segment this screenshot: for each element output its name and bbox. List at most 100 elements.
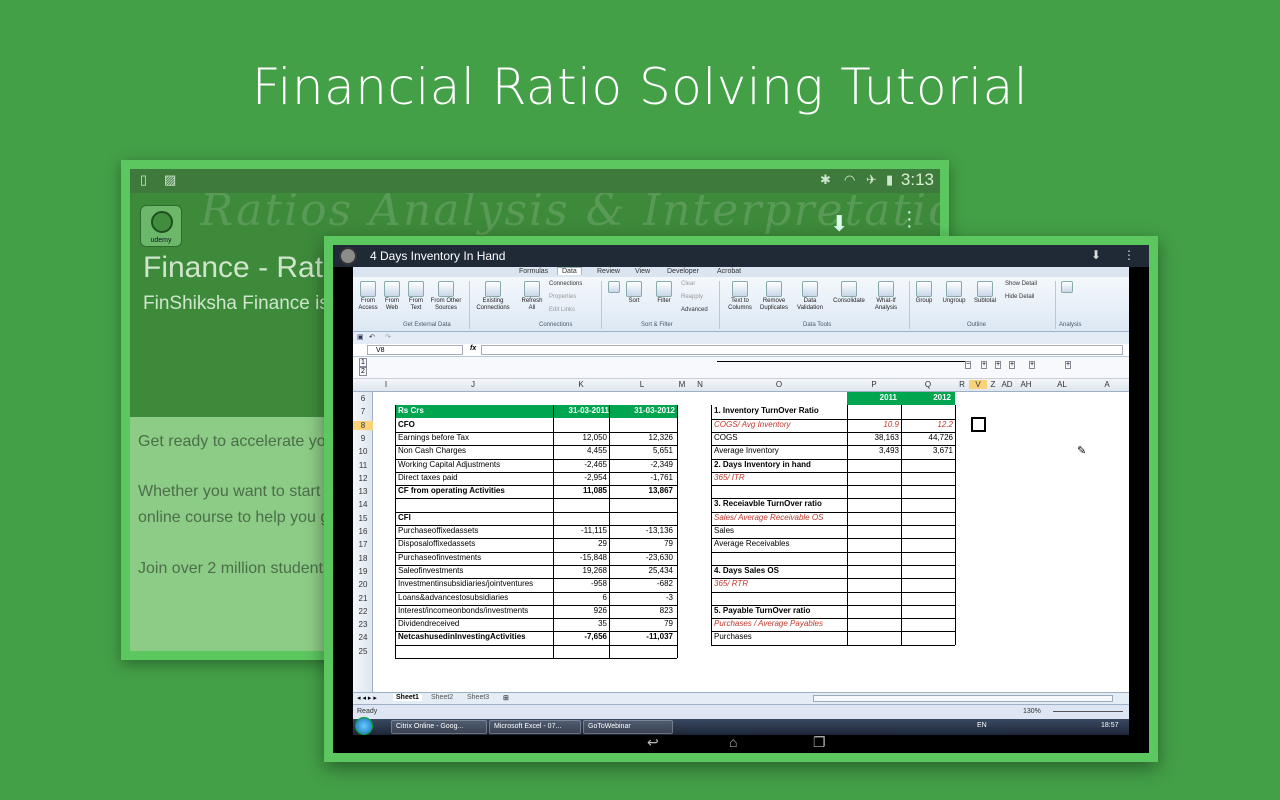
table-cell[interactable]: 5,651: [611, 445, 673, 457]
column-header[interactable]: I: [381, 380, 391, 389]
column-header[interactable]: O: [711, 380, 847, 389]
column-header[interactable]: P: [847, 380, 901, 389]
table-cell[interactable]: -13,136: [611, 525, 673, 537]
taskbar-item[interactable]: Citrix Online - Goog...: [391, 720, 487, 734]
existing-connections-button[interactable]: Existing Connections: [473, 281, 513, 312]
tab-view[interactable]: View: [635, 268, 650, 275]
table-cell[interactable]: Direct taxes paid: [398, 472, 550, 484]
table-cell[interactable]: Disposaloffixedassets: [398, 538, 550, 550]
table-cell[interactable]: 5. Payable TurnOver ratio: [714, 605, 846, 617]
ungroup-button[interactable]: Ungroup: [939, 281, 969, 305]
subtotal-button[interactable]: Subtotal: [971, 281, 999, 305]
consolidate-button[interactable]: Consolidate: [831, 281, 867, 305]
table-cell[interactable]: 19,268: [553, 565, 607, 577]
table-cell[interactable]: Investmentinsubsidiaries/jointventures: [398, 578, 550, 590]
overflow-menu-icon[interactable]: ⋮: [1123, 248, 1135, 262]
tab-review[interactable]: Review: [597, 268, 620, 275]
download-icon[interactable]: ⬇: [1091, 248, 1101, 262]
table-cell[interactable]: 12,326: [611, 432, 673, 444]
redo-icon[interactable]: ↷: [385, 333, 391, 341]
table-cell[interactable]: CFO: [398, 419, 550, 431]
solver-icon[interactable]: [1057, 281, 1077, 294]
table-cell[interactable]: Earnings before Tax: [398, 432, 550, 444]
table-cell[interactable]: -11,115: [553, 525, 607, 537]
header-cell[interactable]: Rs Crs: [398, 405, 548, 417]
start-button[interactable]: [355, 717, 373, 735]
overflow-menu-icon[interactable]: · · ·: [906, 202, 913, 236]
download-icon[interactable]: ⬇: [830, 211, 848, 237]
table-cell[interactable]: 823: [611, 605, 673, 617]
row-header[interactable]: 24: [353, 633, 373, 642]
row-header[interactable]: 23: [353, 620, 373, 629]
video-player[interactable]: 4 Days Inventory In Hand ⬇ ⋮ Formulas Da…: [333, 245, 1149, 753]
table-cell[interactable]: 2. Days Inventory in hand: [714, 459, 846, 471]
table-cell[interactable]: Average Receivables: [714, 538, 846, 550]
table-cell[interactable]: CF from operating Activities: [398, 485, 550, 497]
outline-collapse-button[interactable]: −: [965, 361, 972, 369]
row-header[interactable]: 9: [353, 434, 373, 443]
row-header[interactable]: 21: [353, 594, 373, 603]
table-cell[interactable]: 79: [611, 618, 673, 630]
table-cell[interactable]: 11,085: [553, 485, 607, 497]
table-cell[interactable]: -2,465: [553, 459, 607, 471]
table-cell[interactable]: Sales: [714, 525, 846, 537]
taskbar-item[interactable]: Microsoft Excel - 07...: [489, 720, 581, 734]
sheet-tab-active[interactable]: Sheet1: [393, 694, 422, 701]
zoom-slider[interactable]: [1053, 711, 1123, 712]
column-header[interactable]: AD: [999, 380, 1015, 389]
outline-expand-button[interactable]: +: [1009, 361, 1016, 369]
table-cell[interactable]: Purchaseofinvestments: [398, 552, 550, 564]
table-cell[interactable]: -1,761: [611, 472, 673, 484]
table-cell[interactable]: 44,726: [901, 432, 953, 444]
column-header[interactable]: R: [955, 380, 969, 389]
advanced-button[interactable]: Advanced: [681, 307, 708, 313]
table-cell[interactable]: 926: [553, 605, 607, 617]
header-cell[interactable]: 31-03-2011: [553, 405, 609, 417]
table-cell[interactable]: 1. Inventory TurnOver Ratio: [714, 405, 846, 417]
table-cell[interactable]: -3: [611, 592, 673, 604]
table-cell[interactable]: Purchases / Average Payables: [714, 618, 846, 630]
from-text-button[interactable]: From Text: [403, 281, 429, 312]
outline-expand-button[interactable]: +: [981, 361, 988, 369]
taskbar-item[interactable]: GoToWebinar: [583, 720, 673, 734]
table-cell[interactable]: 12.2: [901, 419, 953, 431]
reapply-button[interactable]: Reapply: [681, 294, 703, 300]
group-button[interactable]: Group: [911, 281, 937, 305]
sheet-nav-icon[interactable]: ◂ ◂ ▸ ▸: [357, 694, 377, 702]
connections-button[interactable]: Connections: [549, 281, 582, 287]
table-cell[interactable]: CFI: [398, 512, 550, 524]
save-icon[interactable]: ▣: [357, 333, 364, 341]
table-cell[interactable]: 38,163: [847, 432, 899, 444]
tab-acrobat[interactable]: Acrobat: [717, 268, 741, 275]
back-icon[interactable]: ↩: [647, 734, 659, 751]
outline-level-1[interactable]: 1: [359, 358, 367, 367]
table-cell[interactable]: -23,630: [611, 552, 673, 564]
table-cell[interactable]: Average Inventory: [714, 445, 846, 457]
column-header-active[interactable]: V: [969, 380, 987, 389]
column-header[interactable]: L: [609, 380, 675, 389]
column-header[interactable]: M: [675, 380, 689, 389]
language-indicator[interactable]: EN: [977, 722, 987, 729]
clear-button[interactable]: Clear: [681, 281, 695, 287]
recents-icon[interactable]: ❐: [813, 734, 826, 751]
hide-detail-button[interactable]: Hide Detail: [1005, 294, 1034, 300]
table-cell[interactable]: 6: [553, 592, 607, 604]
table-cell[interactable]: -2,349: [611, 459, 673, 471]
table-cell[interactable]: 10.9: [847, 419, 899, 431]
row-header[interactable]: 16: [353, 527, 373, 536]
tab-developer[interactable]: Developer: [667, 268, 699, 275]
table-cell[interactable]: Sales/ Average Receivable OS: [714, 512, 846, 524]
sheet-tab[interactable]: Sheet2: [431, 694, 453, 701]
table-cell[interactable]: Purchases: [714, 631, 846, 643]
table-cell[interactable]: 29: [553, 538, 607, 550]
refresh-all-button[interactable]: Refresh All: [519, 281, 545, 312]
table-cell[interactable]: 79: [611, 538, 673, 550]
row-header[interactable]: 11: [353, 461, 373, 470]
table-cell[interactable]: -682: [611, 578, 673, 590]
table-cell[interactable]: 365/ ITR: [714, 472, 846, 484]
table-cell[interactable]: Purchaseoffixedassets: [398, 525, 550, 537]
formula-input[interactable]: [481, 345, 1123, 355]
row-header[interactable]: 22: [353, 607, 373, 616]
table-cell[interactable]: COGS: [714, 432, 846, 444]
remove-duplicates-button[interactable]: Remove Duplicates: [757, 281, 791, 312]
